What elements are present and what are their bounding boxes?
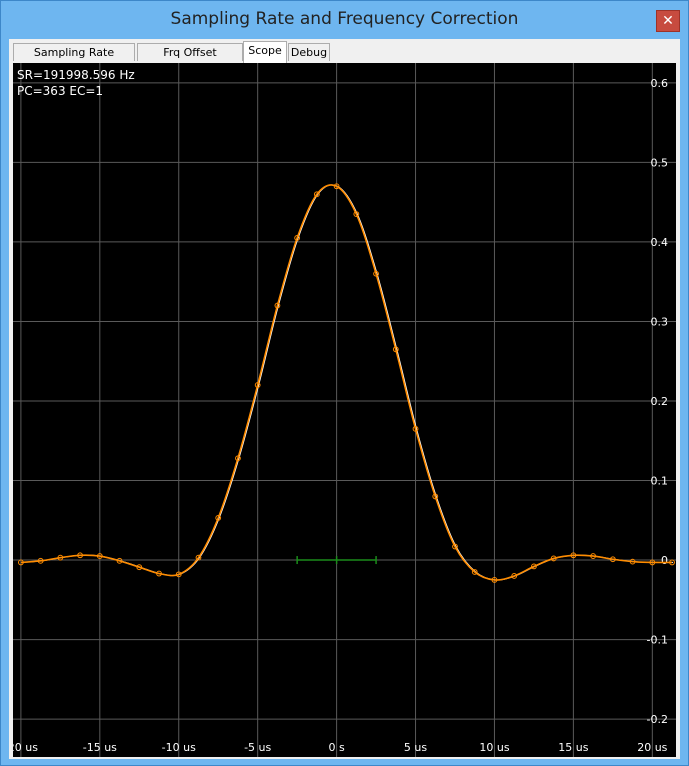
sr-readout: SR=191998.596 Hz [17,68,135,82]
scope-chart: -20 us -15 us -10 us -5 us 0 s 5 us 10 us 15 us… [13,63,676,757]
y-tick-label: 0.5 [651,156,669,169]
y-tick-label: 0.4 [651,236,669,249]
client-area: Sampling Rate Detector Frq Offset Detect… [9,39,680,759]
y-tick-label: 0.1 [651,475,669,488]
x-tick-label: 10 us [479,741,509,754]
tab-frq-offset-detector[interactable]: Frq Offset Detector [137,43,243,77]
app-window: Sampling Rate and Frequency Correction ✕… [0,0,689,766]
x-tick-label: 5 us [404,741,427,754]
y-tick-label: 0.2 [651,395,669,408]
reference-trace [21,184,674,581]
tab-scope[interactable]: Scope [243,41,287,63]
y-tick-label: 0 [661,554,668,567]
x-tick-label: -15 us [83,741,117,754]
x-tick-label: 0 s [328,741,344,754]
x-tick-label: -20 us [13,741,38,754]
y-tick-label: -0.2 [647,713,668,726]
pc-readout: PC=363 EC=1 [17,84,104,98]
window-title: Sampling Rate and Frequency Correction [170,9,519,29]
tab-sampling-rate-detector[interactable]: Sampling Rate Detector [13,43,135,77]
x-tick-label: -10 us [162,741,196,754]
x-tick-label: 15 us [558,741,588,754]
scope-display[interactable]: -20 us -15 us -10 us -5 us 0 s 5 us 10 us 15 us… [13,63,676,757]
x-tick-label: -5 us [244,741,271,754]
tab-debug[interactable]: Debug [288,43,330,61]
close-button[interactable]: ✕ [656,10,680,32]
y-tick-label: -0.1 [647,634,668,647]
x-tick-label: 20 us [637,741,667,754]
y-tick-label: 0.3 [651,315,669,328]
title-bar[interactable]: Sampling Rate and Frequency Correction ✕ [1,1,688,39]
signal-trace [20,184,673,581]
y-tick-label: 0.6 [651,77,669,90]
